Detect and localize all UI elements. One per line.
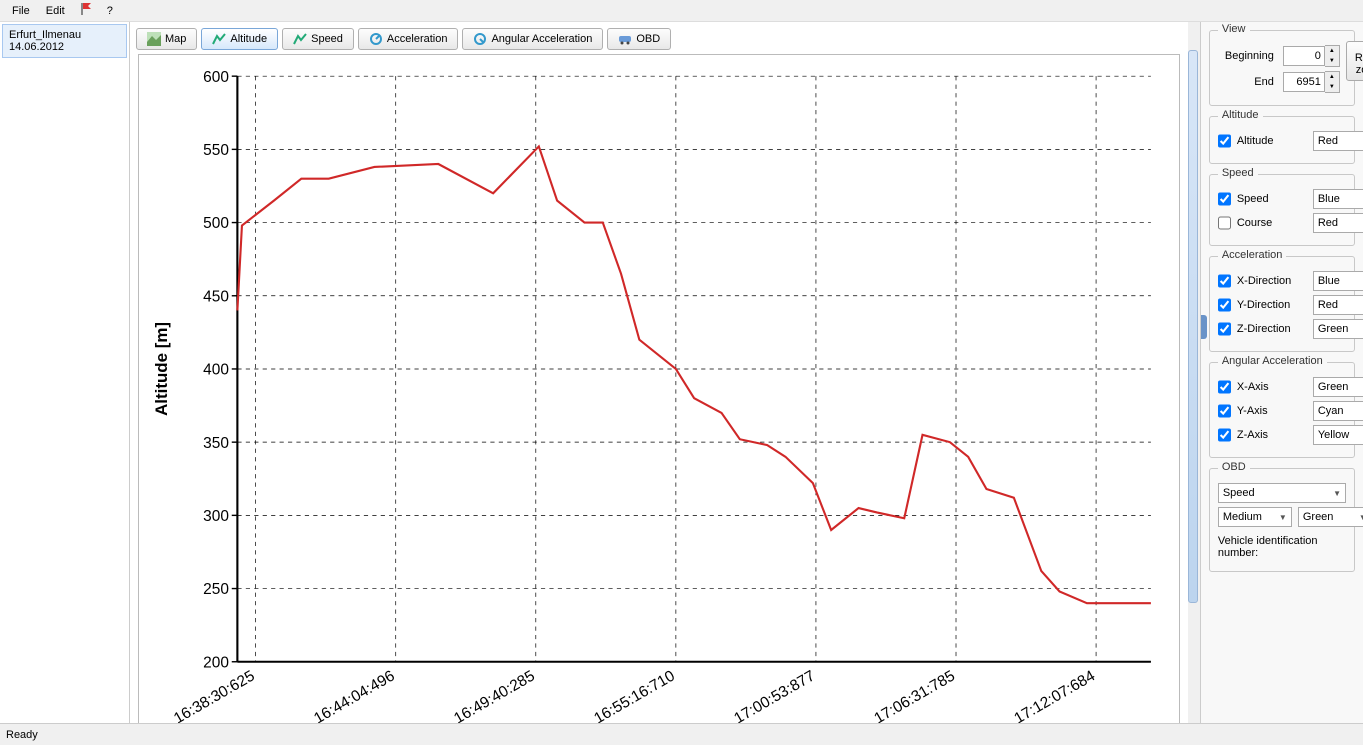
status-text: Ready bbox=[6, 729, 38, 741]
tab-map[interactable]: Map bbox=[136, 28, 197, 50]
group-title: Angular Acceleration bbox=[1218, 355, 1327, 367]
tab-acceleration[interactable]: Acceleration bbox=[358, 28, 459, 50]
svg-text:500: 500 bbox=[203, 215, 229, 232]
svg-text:16:55:16:710: 16:55:16:710 bbox=[591, 667, 678, 723]
altitude-checkbox[interactable] bbox=[1218, 134, 1231, 148]
field-label: Y-Axis bbox=[1237, 405, 1307, 417]
svg-text:17:06:31:785: 17:06:31:785 bbox=[871, 667, 958, 723]
chevron-down-icon: ▼ bbox=[1359, 513, 1363, 522]
altitude-color-select[interactable]: Red▼ bbox=[1313, 131, 1363, 151]
center-scrollbar[interactable] bbox=[1188, 50, 1198, 603]
course-checkbox[interactable] bbox=[1218, 216, 1231, 230]
field-label: X-Axis bbox=[1237, 381, 1307, 393]
group-title: Acceleration bbox=[1218, 249, 1287, 261]
group-title: View bbox=[1218, 23, 1250, 35]
svg-text:450: 450 bbox=[203, 288, 229, 305]
angaccel-z-checkbox[interactable] bbox=[1218, 428, 1231, 442]
svg-text:17:00:53:877: 17:00:53:877 bbox=[731, 667, 818, 723]
tab-label: OBD bbox=[636, 33, 660, 45]
spin-up-icon[interactable]: ▲ bbox=[1325, 72, 1339, 82]
group-title: OBD bbox=[1218, 461, 1250, 473]
angaccel-z-color-select[interactable]: Yellow▼ bbox=[1313, 425, 1363, 445]
obd-param-select[interactable]: Speed▼ bbox=[1218, 483, 1346, 503]
vin-label: Vehicle identification number: bbox=[1218, 535, 1346, 559]
angaccel-x-color-select[interactable]: Green▼ bbox=[1313, 377, 1363, 397]
svg-text:550: 550 bbox=[203, 142, 229, 159]
accel-x-color-select[interactable]: Blue▼ bbox=[1313, 271, 1363, 291]
field-label: X-Direction bbox=[1237, 275, 1307, 287]
tab-label: Altitude bbox=[230, 33, 267, 45]
beginning-spinner[interactable]: ▲▼ bbox=[1283, 45, 1340, 67]
angaccel-y-checkbox[interactable] bbox=[1218, 404, 1231, 418]
field-label: Z-Direction bbox=[1237, 323, 1307, 335]
field-label: Course bbox=[1237, 217, 1307, 229]
svg-text:Altitude [m]: Altitude [m] bbox=[152, 322, 171, 416]
spin-down-icon[interactable]: ▼ bbox=[1325, 56, 1339, 66]
statusbar: Ready bbox=[0, 723, 1363, 745]
group-acceleration: Acceleration X-DirectionBlue▼Thin▼ Y-Dir… bbox=[1209, 256, 1355, 352]
chevron-down-icon: ▼ bbox=[1279, 513, 1287, 522]
group-altitude: Altitude AltitudeRed▼Thin▼ bbox=[1209, 116, 1355, 164]
svg-text:300: 300 bbox=[203, 508, 229, 525]
menu-help[interactable]: ? bbox=[99, 3, 121, 19]
group-angular-acceleration: Angular Acceleration X-AxisGreen▼Medium▼… bbox=[1209, 362, 1355, 458]
reset-zoom-button[interactable]: Reset zoom bbox=[1346, 41, 1363, 81]
tab-label: Speed bbox=[311, 33, 343, 45]
tab-label: Map bbox=[165, 33, 186, 45]
tree-item[interactable]: Erfurt_Ilmenau 14.06.2012 bbox=[2, 24, 127, 58]
tab-angular-acceleration[interactable]: Angular Acceleration bbox=[462, 28, 603, 50]
end-label: End bbox=[1218, 76, 1274, 88]
svg-text:200: 200 bbox=[203, 654, 229, 671]
chevron-down-icon: ▼ bbox=[1333, 489, 1341, 498]
altitude-chart[interactable]: 200 250 300 350 400 450 500 550 600 16:38:30:625 1… bbox=[138, 54, 1180, 723]
spin-down-icon[interactable]: ▼ bbox=[1325, 82, 1339, 92]
accel-x-checkbox[interactable] bbox=[1218, 274, 1231, 288]
group-title: Speed bbox=[1218, 167, 1258, 179]
tab-label: Acceleration bbox=[387, 33, 448, 45]
accel-y-color-select[interactable]: Red▼ bbox=[1313, 295, 1363, 315]
tab-altitude[interactable]: Altitude bbox=[201, 28, 278, 50]
tab-obd[interactable]: OBD bbox=[607, 28, 671, 50]
accel-z-checkbox[interactable] bbox=[1218, 322, 1231, 336]
menu-edit[interactable]: Edit bbox=[38, 3, 73, 19]
svg-text:350: 350 bbox=[203, 435, 229, 452]
settings-panel: View Beginning ▲▼ End ▲▼ Reset zoom Rese… bbox=[1200, 22, 1363, 723]
field-label: Speed bbox=[1237, 193, 1307, 205]
field-label: Z-Axis bbox=[1237, 429, 1307, 441]
svg-text:250: 250 bbox=[203, 581, 229, 598]
obd-color-select[interactable]: Green▼ bbox=[1298, 507, 1363, 527]
flag-icon[interactable] bbox=[73, 2, 99, 19]
angaccel-y-color-select[interactable]: Cyan▼ bbox=[1313, 401, 1363, 421]
group-view: View Beginning ▲▼ End ▲▼ Reset zoom Rese… bbox=[1209, 30, 1355, 106]
tab-speed[interactable]: Speed bbox=[282, 28, 354, 50]
end-spinner[interactable]: ▲▼ bbox=[1283, 71, 1340, 93]
svg-text:17:12:07:684: 17:12:07:684 bbox=[1011, 667, 1098, 723]
beginning-label: Beginning bbox=[1218, 50, 1274, 62]
svg-text:16:38:30:625: 16:38:30:625 bbox=[171, 667, 258, 723]
svg-text:400: 400 bbox=[203, 362, 229, 379]
svg-text:600: 600 bbox=[203, 69, 229, 86]
speed-checkbox[interactable] bbox=[1218, 192, 1231, 206]
group-title: Altitude bbox=[1218, 109, 1263, 121]
tab-bar: Map Altitude Speed Acceleration Angular … bbox=[130, 22, 1188, 54]
svg-text:16:44:04:496: 16:44:04:496 bbox=[311, 667, 398, 723]
svg-text:16:49:40:285: 16:49:40:285 bbox=[451, 667, 538, 723]
obd-weight-select[interactable]: Medium▼ bbox=[1218, 507, 1292, 527]
angaccel-x-checkbox[interactable] bbox=[1218, 380, 1231, 394]
menubar: File Edit ? bbox=[0, 0, 1363, 22]
button-label: Reset zoom bbox=[1355, 52, 1363, 76]
menu-file[interactable]: File bbox=[4, 3, 38, 19]
tab-label: Angular Acceleration bbox=[491, 33, 592, 45]
speed-color-select[interactable]: Blue▼ bbox=[1313, 189, 1363, 209]
group-obd: OBD Speed▼ Medium▼Green▼ Vehicle identif… bbox=[1209, 468, 1355, 572]
field-label: Altitude bbox=[1237, 135, 1307, 147]
spin-up-icon[interactable]: ▲ bbox=[1325, 46, 1339, 56]
accel-y-checkbox[interactable] bbox=[1218, 298, 1231, 312]
course-color-select[interactable]: Red▼ bbox=[1313, 213, 1363, 233]
field-label: Y-Direction bbox=[1237, 299, 1307, 311]
accel-z-color-select[interactable]: Green▼ bbox=[1313, 319, 1363, 339]
project-tree: Erfurt_Ilmenau 14.06.2012 bbox=[0, 22, 130, 723]
group-speed: Speed SpeedBlue▼Thin▼ CourseRed▼Medium▼ bbox=[1209, 174, 1355, 246]
